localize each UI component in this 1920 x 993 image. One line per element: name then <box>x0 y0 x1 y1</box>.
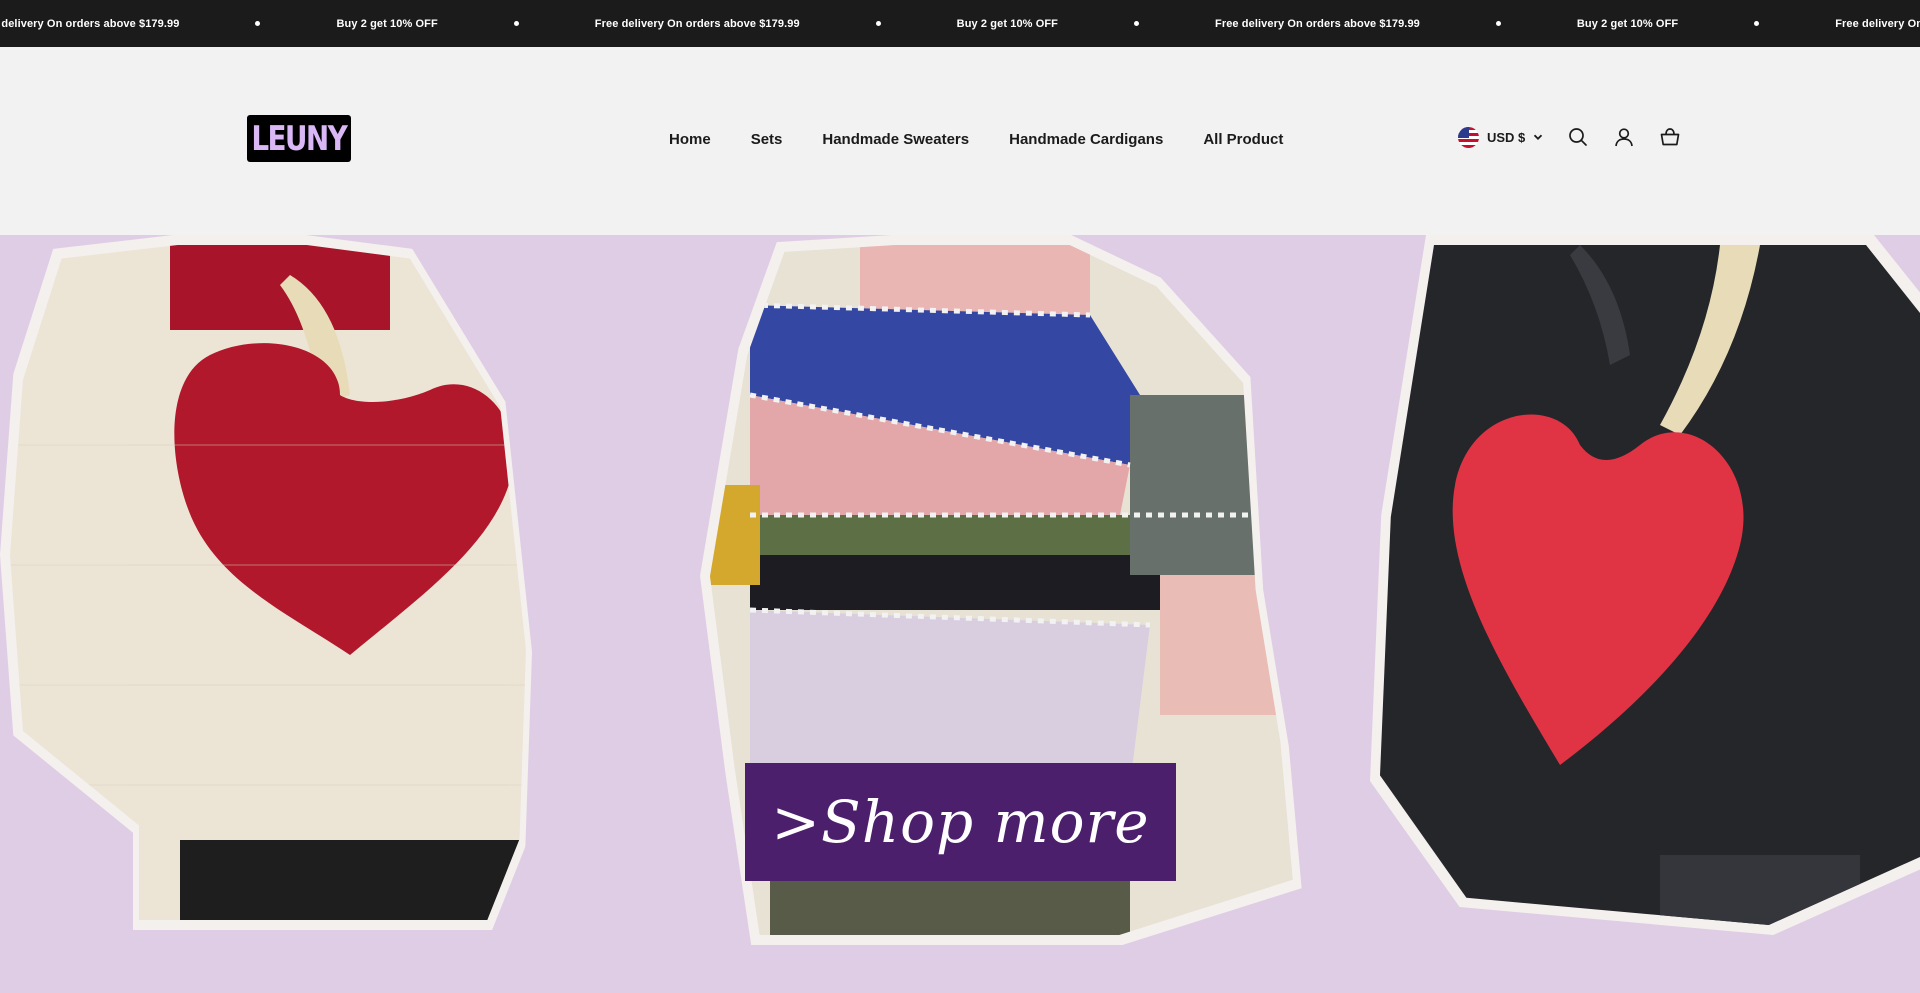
announcement-message: Buy 2 get 10% OFF <box>956 17 1059 30</box>
header-tools: USD $ <box>1458 126 1681 148</box>
nav-handmade-cardigans[interactable]: Handmade Cardigans <box>1009 131 1163 148</box>
account-button[interactable] <box>1613 126 1635 148</box>
us-flag-icon <box>1458 126 1479 148</box>
logo[interactable]: LEUNY <box>247 115 351 162</box>
currency-label: USD $ <box>1487 129 1526 145</box>
sweater-illustration <box>1380 245 1920 925</box>
nav-handmade-sweaters[interactable]: Handmade Sweaters <box>822 131 969 148</box>
nav-all-product[interactable]: All Product <box>1203 131 1283 148</box>
announcement-message: Free delivery On orders above $179.99 <box>594 17 800 30</box>
announcement-bar: e delivery On orders above $179.99 Buy 2… <box>0 0 1920 47</box>
separator-dot <box>1134 21 1140 26</box>
chevron-down-icon <box>1534 134 1543 140</box>
search-button[interactable] <box>1567 126 1589 148</box>
site-header: LEUNY Home Sets Handmade Sweaters Handma… <box>0 47 1920 235</box>
announcement-message: Buy 2 get 10% OFF <box>336 17 438 30</box>
logo-text: LEUNY <box>251 118 348 159</box>
main-nav: Home Sets Handmade Sweaters Handmade Car… <box>669 131 1283 148</box>
separator-dot <box>1754 21 1760 26</box>
black-heart-sweater-image[interactable] <box>1380 245 1920 925</box>
announcement-message: Free delivery On orders above $179.99 <box>1215 17 1420 30</box>
cart-icon <box>1660 128 1680 146</box>
separator-dot <box>255 21 261 26</box>
nav-home[interactable]: Home <box>669 131 711 148</box>
announcement-message: Free delivery On orders above <box>1835 17 1920 30</box>
shop-more-label: >Shop more <box>771 788 1150 856</box>
account-icon <box>1615 128 1634 147</box>
separator-dot <box>1495 21 1501 26</box>
cart-button[interactable] <box>1659 126 1681 148</box>
announcement-message: e delivery On orders above $179.99 <box>0 17 180 30</box>
hero-banner: >Shop more <box>0 235 1920 993</box>
announcement-ticker: e delivery On orders above $179.99 Buy 2… <box>0 0 1920 47</box>
sweater-illustration <box>10 245 526 920</box>
announcement-message: Buy 2 get 10% OFF <box>1576 17 1679 30</box>
separator-dot <box>513 21 519 26</box>
separator-dot <box>875 21 881 26</box>
search-icon <box>1569 128 1588 146</box>
cream-heart-sweater-image[interactable] <box>10 245 526 920</box>
currency-selector[interactable]: USD $ <box>1458 126 1543 148</box>
nav-sets[interactable]: Sets <box>751 131 783 148</box>
shop-more-button[interactable]: >Shop more <box>745 763 1176 881</box>
